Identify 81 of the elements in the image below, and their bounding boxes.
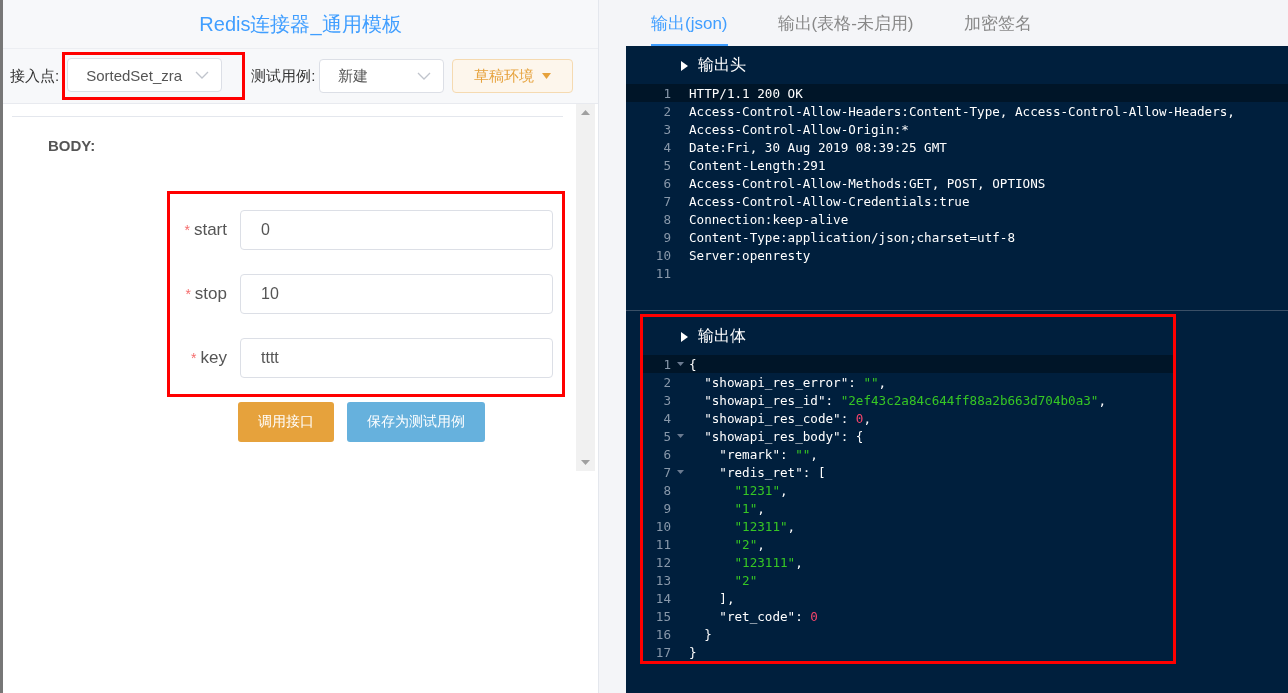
code-text: "showapi_res_body": {: [703, 428, 864, 444]
required-mark: *: [185, 286, 191, 302]
line-number: 7: [663, 193, 671, 209]
line-number: 1: [663, 85, 671, 101]
required-mark: *: [191, 350, 197, 366]
scroll-down-arrow-icon: [581, 460, 590, 465]
line-number: 3: [663, 121, 671, 137]
line-number: 7: [663, 464, 671, 480]
code-text: "2": [733, 572, 758, 588]
line-number: 17: [655, 644, 671, 660]
code-text: Access-Control-Allow-Credentials:true: [689, 193, 970, 209]
code-text: Access-Control-Allow-Methods:GET, POST, OPTIONS: [689, 175, 1046, 191]
testcase-label: 测试用例:: [251, 66, 316, 86]
body-label: BODY:: [48, 137, 97, 154]
code-text: "123111",: [733, 554, 803, 570]
testcase-select[interactable]: 新建: [319, 59, 445, 93]
code-text: {: [689, 356, 697, 372]
text-input[interactable]: 10: [240, 274, 553, 314]
field-label: * stop: [184, 284, 228, 304]
field-label: * key: [190, 348, 228, 368]
line-number: 1: [663, 356, 671, 372]
endpoint-label: 接入点:: [10, 66, 60, 86]
code-text: Access-Control-Allow-Headers:Content-Type, Access-Control-Allow-Headers,: [689, 103, 1235, 119]
page-title: Redis连接器_通用模板: [3, 0, 598, 49]
triangle-right-icon: [681, 60, 688, 71]
scroll-up-arrow-icon: [581, 110, 590, 115]
chevron-down-icon: [417, 72, 432, 80]
line-number: 5: [663, 157, 671, 173]
code-text: Connection:keep-alive: [689, 211, 849, 227]
required-mark: *: [184, 222, 190, 238]
code-text: "remark": "",: [718, 446, 818, 462]
caret-down-icon: [542, 73, 552, 79]
code-text: Server:openresty: [689, 247, 811, 263]
section-header[interactable]: 输出体: [643, 317, 1173, 355]
code-text: Date:Fri, 30 Aug 2019 08:39:25 GMT: [689, 139, 947, 155]
line-number: 4: [663, 139, 671, 155]
line-number: 8: [663, 211, 671, 227]
line-number: 11: [655, 536, 671, 552]
line-number: 10: [655, 518, 671, 534]
code-text: "showapi_res_code": 0,: [703, 410, 871, 426]
code-text: }: [703, 626, 712, 642]
line-number: 11: [655, 265, 671, 281]
scrollbar[interactable]: [576, 104, 595, 471]
code-text: "showapi_res_error": "",: [703, 374, 887, 390]
splitter-bar[interactable]: [598, 0, 626, 693]
line-number: 14: [655, 590, 671, 606]
line-number: 16: [655, 626, 671, 642]
line-number: 13: [655, 572, 671, 588]
field-label: * start: [183, 220, 228, 240]
code-text: "1231",: [733, 482, 788, 498]
code-text: "ret_code": 0: [718, 608, 818, 624]
line-number: 10: [655, 247, 671, 263]
code-text: "1",: [733, 500, 765, 516]
code-text: Access-Control-Allow-Origin:*: [689, 121, 909, 137]
line-number: 3: [663, 392, 671, 408]
code-text: Content-Type:application/json;charset=utf-8: [689, 229, 1016, 245]
text-input[interactable]: tttt: [240, 338, 553, 378]
code-text: "12311",: [733, 518, 796, 534]
text-input[interactable]: 0: [240, 210, 553, 250]
chevron-down-icon: [195, 71, 210, 79]
line-number: 8: [663, 482, 671, 498]
line-number: 6: [663, 446, 671, 462]
code-text: "showapi_res_id": "2ef43c2a84c644ff88a2b663d704b0a3",: [703, 392, 1107, 408]
line-number: 2: [663, 103, 671, 119]
code-text: "redis_ret": [: [718, 464, 826, 480]
code-text: HTTP/1.1 200 OK: [689, 85, 803, 101]
line-number: 2: [663, 374, 671, 390]
endpoint-select[interactable]: SortedSet_zra: [67, 58, 223, 92]
triangle-right-icon: [681, 331, 688, 342]
line-number: 15: [655, 608, 671, 624]
code-text: }: [689, 644, 697, 660]
code-text: ],: [718, 590, 735, 606]
line-number: 12: [655, 554, 671, 570]
code-text: Content-Length:291: [689, 157, 826, 173]
line-number: 4: [663, 410, 671, 426]
line-number: 9: [663, 229, 671, 245]
line-number: 9: [663, 500, 671, 516]
code-text: "2",: [733, 536, 765, 552]
section-header[interactable]: 输出头: [626, 46, 1288, 84]
line-number: 5: [663, 428, 671, 444]
line-number: 6: [663, 175, 671, 191]
